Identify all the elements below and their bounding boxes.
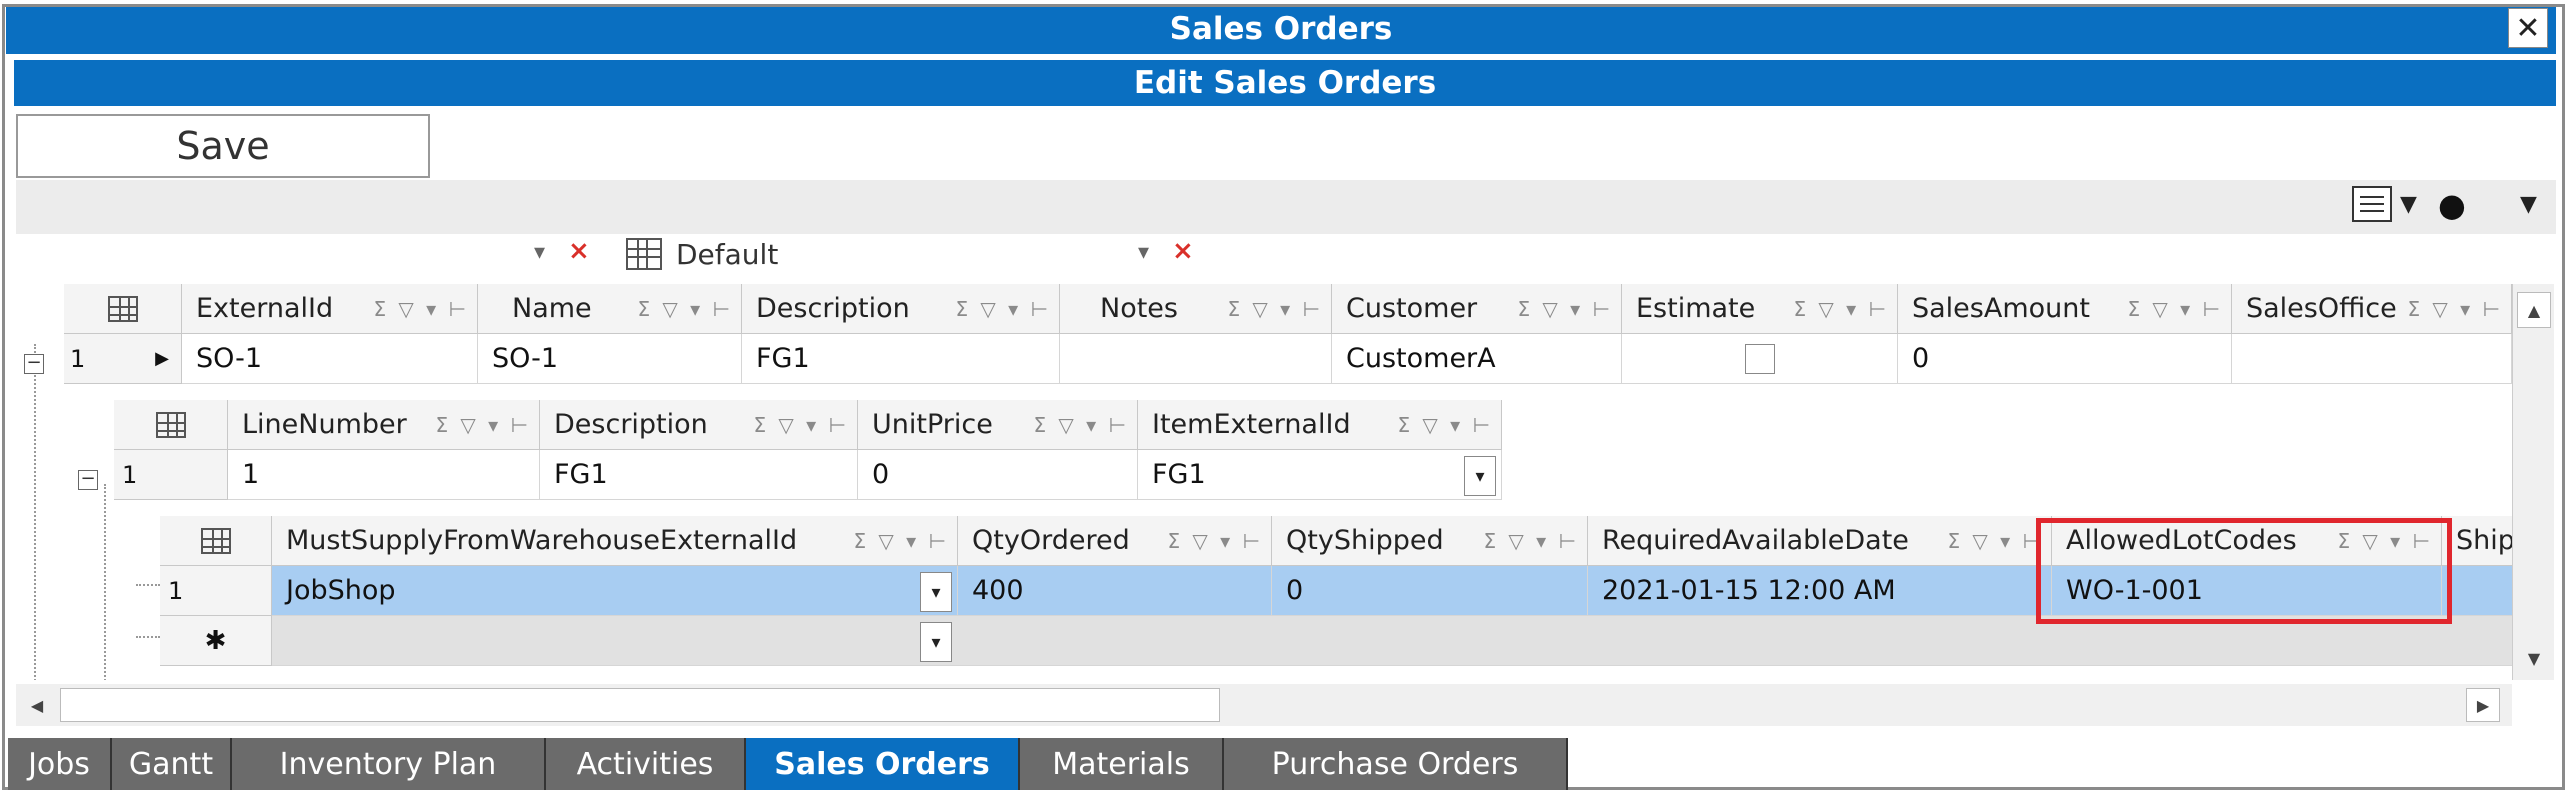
warehouse-dropdown-button[interactable]: ▾: [920, 572, 952, 612]
grid-area: ExternalId Σ ▽ ▾ ⊢ Name Σ ▽ ▾ ⊢ Descriptio…: [16, 284, 2512, 680]
scroll-left-button[interactable]: ◀: [20, 688, 54, 722]
eye-icon[interactable]: ●: [2438, 186, 2466, 224]
tab-purchase-orders[interactable]: Purchase Orders: [1224, 738, 1568, 790]
estimate-cell: [1622, 334, 1898, 384]
new-row-header[interactable]: ✱: [160, 616, 272, 666]
highlight-box: [2036, 518, 2452, 624]
grid-icon: [155, 411, 186, 438]
window-title: Sales Orders: [1169, 11, 1393, 47]
grid-cell[interactable]: FG1: [742, 334, 1060, 384]
tree-line: [34, 344, 36, 680]
toolbar-band: [16, 180, 2556, 234]
chevron-down-icon: ▾: [1475, 465, 1485, 487]
column-header[interactable]: Customer Σ ▽ ▾ ⊢: [1332, 284, 1622, 334]
tab-strip: Jobs Gantt Inventory Plan Activities Sal…: [8, 738, 1568, 790]
close-icon: ✕: [2515, 10, 2541, 46]
column-header[interactable]: SalesOffice Σ ▽ ▾ ⊢: [2232, 284, 2512, 334]
grid-cell[interactable]: 0: [1272, 566, 1588, 616]
column-header[interactable]: RequiredAvailableDate Σ ▽ ▾ ⊢: [1588, 516, 2052, 566]
column-header[interactable]: LineNumber Σ ▽ ▾ ⊢: [228, 400, 540, 450]
item-external-id-cell[interactable]: FG1: [1138, 450, 1502, 500]
current-row-icon: ▶: [155, 348, 169, 369]
grid-header-corner[interactable]: [114, 400, 228, 450]
column-header[interactable]: QtyShipped Σ ▽ ▾ ⊢: [1272, 516, 1588, 566]
tree-line: [136, 584, 160, 586]
row-header[interactable]: 1: [160, 566, 272, 616]
grid-cell[interactable]: SO-1: [182, 334, 478, 384]
grid-cell[interactable]: [2442, 566, 2512, 616]
column-header[interactable]: MustSupplyFromWarehouseExternalId Σ ▽ ▾ ⊢: [272, 516, 958, 566]
vertical-scrollbar[interactable]: ▲ ▼: [2512, 284, 2554, 680]
collapse-toggle[interactable]: −: [24, 354, 44, 374]
tree-line: [136, 636, 160, 638]
horizontal-scrollbar[interactable]: ◀ ▶: [16, 684, 2512, 726]
grid-cell[interactable]: CustomerA: [1332, 334, 1622, 384]
clear-layout-icon[interactable]: ×: [1172, 236, 1194, 266]
layout-icon: [626, 238, 662, 270]
column-header[interactable]: Name Σ ▽ ▾ ⊢: [478, 284, 742, 334]
row-header[interactable]: 1 ▶: [64, 334, 182, 384]
close-button[interactable]: ✕: [2508, 8, 2548, 48]
tab-inventory-plan[interactable]: Inventory Plan: [232, 738, 546, 790]
tab-gantt[interactable]: Gantt: [112, 738, 232, 790]
column-header[interactable]: ExternalId Σ ▽ ▾ ⊢: [182, 284, 478, 334]
grid-cell[interactable]: [1060, 334, 1332, 384]
column-header[interactable]: UnitPrice Σ ▽ ▾ ⊢: [858, 400, 1138, 450]
new-row-icon: ✱: [204, 625, 227, 656]
scroll-up-button[interactable]: ▲: [2517, 292, 2551, 328]
edit-panel-header: Edit Sales Orders: [14, 60, 2556, 106]
grid-header-corner[interactable]: [160, 516, 272, 566]
grid-cell[interactable]: SO-1: [478, 334, 742, 384]
column-header[interactable]: ShipT: [2442, 516, 2512, 566]
item-dropdown-button[interactable]: ▾: [1464, 456, 1496, 496]
grid-cell[interactable]: FG1: [540, 450, 858, 500]
save-button[interactable]: Save: [16, 114, 430, 178]
column-chooser-button[interactable]: [2352, 186, 2392, 222]
estimate-checkbox[interactable]: [1744, 343, 1775, 374]
grid-icon: [200, 527, 231, 554]
tab-jobs[interactable]: Jobs: [8, 738, 112, 790]
column-header[interactable]: Notes Σ ▽ ▾ ⊢: [1060, 284, 1332, 334]
tab-activities[interactable]: Activities: [546, 738, 746, 790]
grid-icon: [107, 295, 138, 322]
column-header[interactable]: Description Σ ▽ ▾ ⊢: [742, 284, 1060, 334]
scroll-right-button[interactable]: ▶: [2466, 688, 2500, 722]
grid-cell[interactable]: 2021-01-15 12:00 AM: [1588, 566, 2052, 616]
tree-line: [104, 484, 106, 680]
column-header[interactable]: SalesAmount Σ ▽ ▾ ⊢: [1898, 284, 2232, 334]
column-header[interactable]: Description Σ ▽ ▾ ⊢: [540, 400, 858, 450]
layout-selector-value: Default: [676, 237, 779, 271]
chevron-down-icon[interactable]: ▾: [1138, 240, 1149, 265]
filter-selector[interactable]: [16, 234, 606, 274]
panel-title: Edit Sales Orders: [1133, 65, 1437, 101]
window-title-bar: Sales Orders: [6, 4, 2556, 54]
column-header[interactable]: QtyOrdered Σ ▽ ▾ ⊢: [958, 516, 1272, 566]
scroll-down-button[interactable]: ▼: [2517, 640, 2551, 676]
chevron-down-icon: ▾: [931, 631, 941, 653]
scroll-thumb[interactable]: [60, 688, 1220, 722]
chevron-down-icon[interactable]: ▼: [2400, 192, 2417, 217]
column-chooser-icon: [2360, 194, 2384, 214]
chevron-down-icon: ▾: [931, 581, 941, 603]
grid-cell[interactable]: 0: [1898, 334, 2232, 384]
grid-cell[interactable]: 0: [858, 450, 1138, 500]
new-row-dropdown-button[interactable]: ▾: [920, 622, 952, 662]
column-header[interactable]: ItemExternalId Σ ▽ ▾ ⊢: [1138, 400, 1502, 450]
grid-cell[interactable]: [2232, 334, 2512, 384]
chevron-down-icon[interactable]: ▼: [2520, 192, 2537, 217]
layout-selector[interactable]: Default: [620, 234, 1210, 274]
grid-cell[interactable]: 400: [958, 566, 1272, 616]
column-header[interactable]: Estimate Σ ▽ ▾ ⊢: [1622, 284, 1898, 334]
collapse-toggle[interactable]: −: [78, 470, 98, 490]
grid-cell[interactable]: 1: [228, 450, 540, 500]
tab-materials[interactable]: Materials: [1020, 738, 1224, 790]
tab-sales-orders[interactable]: Sales Orders: [746, 738, 1020, 790]
save-label: Save: [176, 124, 270, 168]
row-header[interactable]: 1: [114, 450, 228, 500]
clear-filter-icon[interactable]: ×: [568, 236, 590, 266]
warehouse-cell[interactable]: JobShop: [272, 566, 958, 616]
chevron-down-icon[interactable]: ▾: [534, 240, 545, 265]
grid-header-corner[interactable]: [64, 284, 182, 334]
